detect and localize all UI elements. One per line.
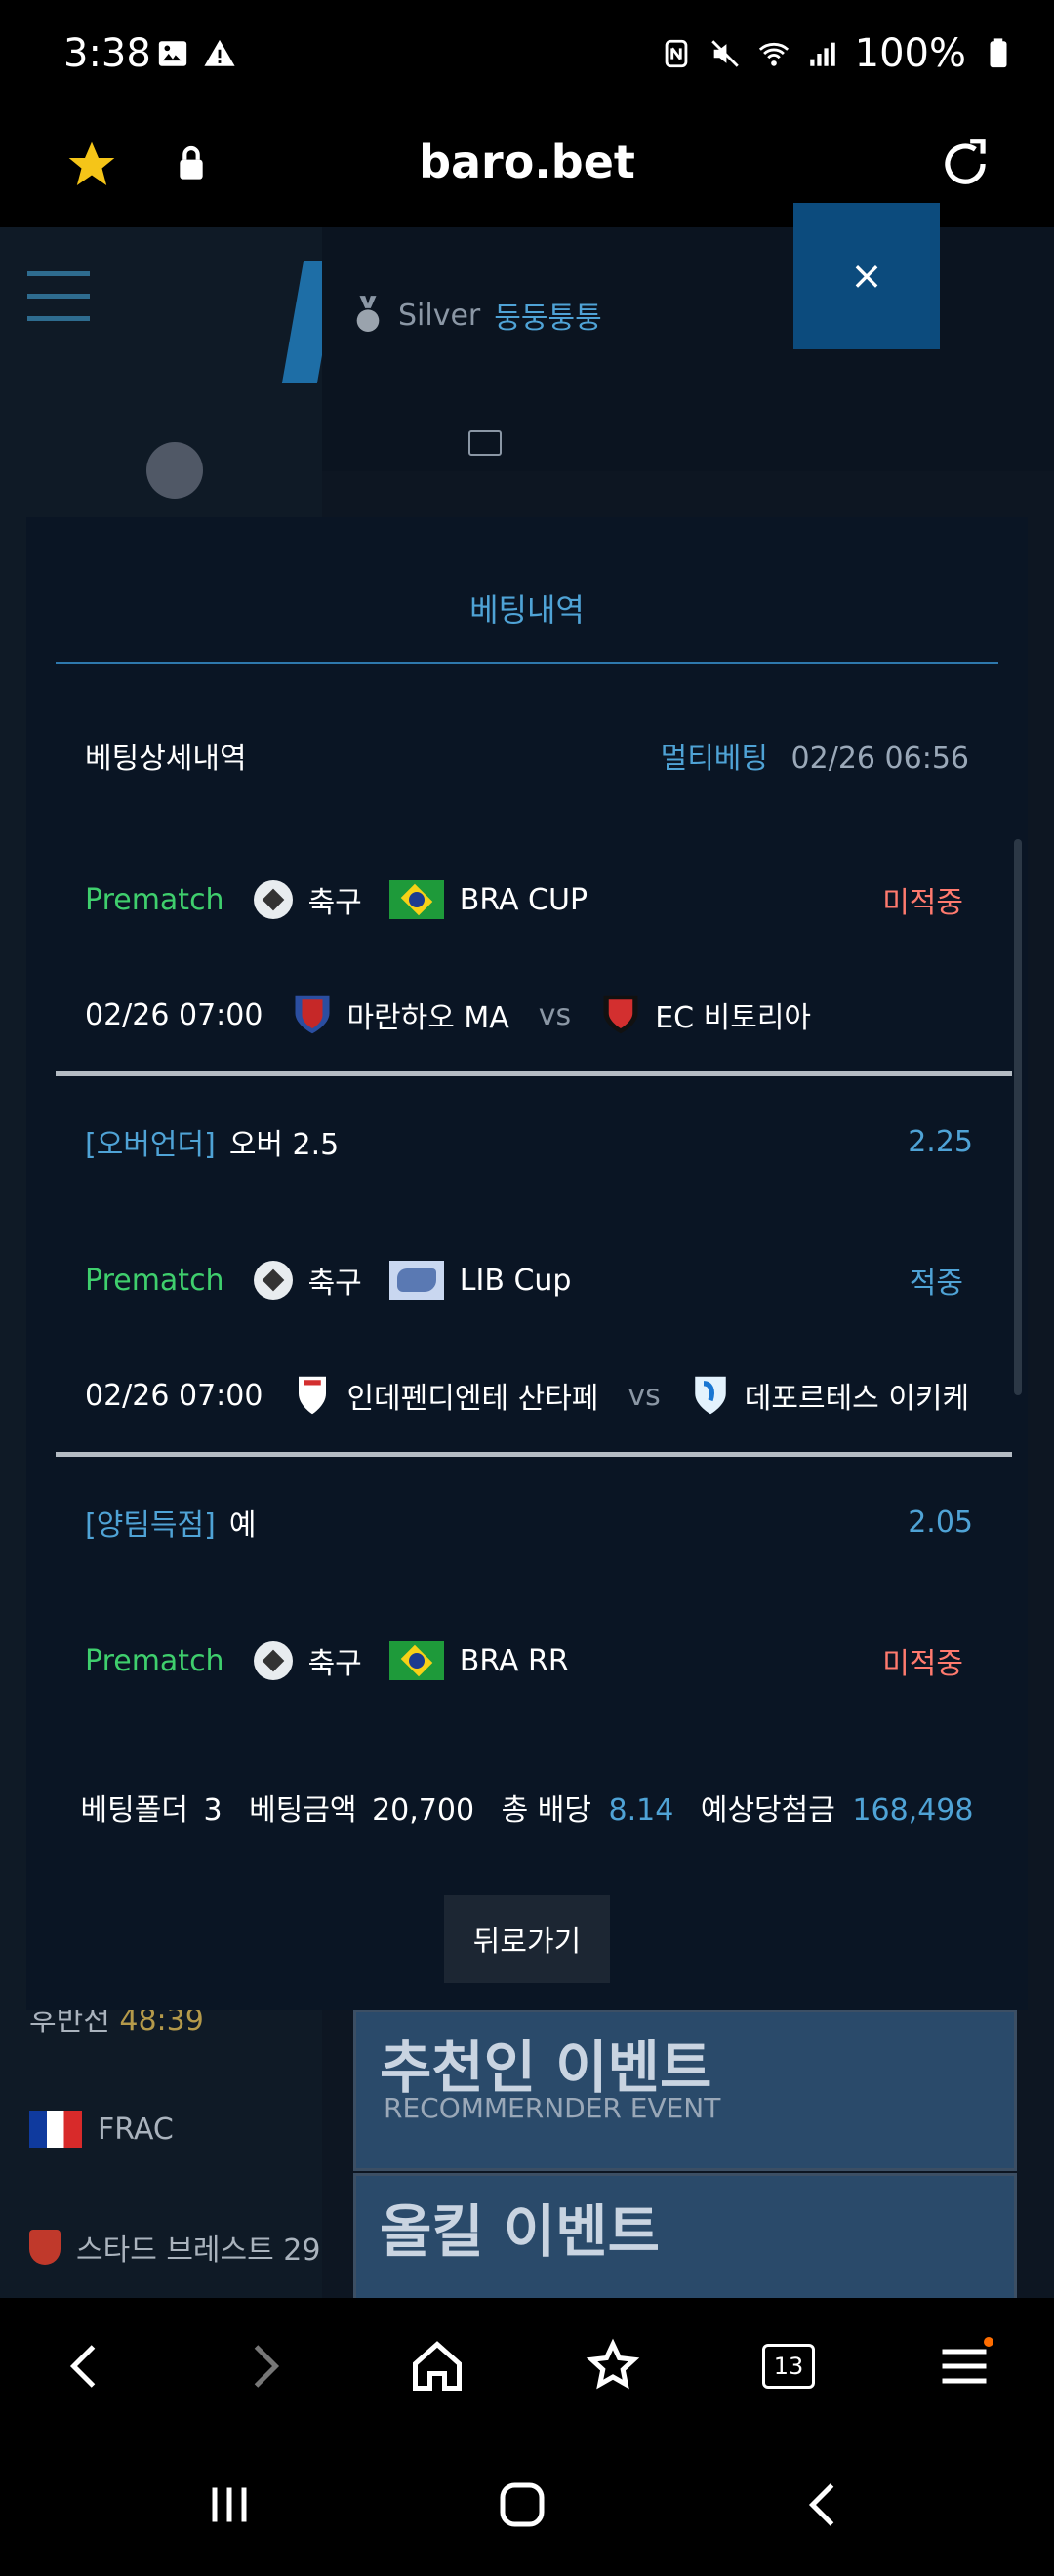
tab-count: 13 <box>762 2344 815 2389</box>
world-map-icon <box>388 1261 444 1300</box>
bet-type: 멀티베팅 <box>660 742 768 776</box>
team-crest-icon <box>295 995 330 1034</box>
team-crest-icon <box>695 1376 726 1415</box>
back-button[interactable]: 뒤로가기 <box>444 1895 610 1983</box>
hamburger-menu-icon[interactable] <box>27 271 90 339</box>
mute-icon <box>710 40 739 67</box>
status-bar: 3:38 100% <box>0 0 1054 112</box>
image-icon <box>158 41 187 66</box>
match-row: 02/26 07:00 마란하오 MA vs EC 비토리아 <box>85 986 983 1044</box>
bet-info-row: Prematch 축구 BRA RR 미적중 <box>85 1631 983 1690</box>
divider <box>56 1071 1012 1076</box>
back-arrow-icon[interactable] <box>57 2337 115 2395</box>
battery-icon <box>990 38 1007 68</box>
odds-value: 2.25 <box>908 1124 973 1159</box>
home-button-icon[interactable] <box>493 2475 551 2534</box>
home-icon[interactable] <box>408 2337 466 2395</box>
reload-icon[interactable] <box>935 134 995 194</box>
pick-row: [오버언더] 오버 2.5 2.25 <box>85 1124 973 1163</box>
team-crest-icon <box>603 995 638 1034</box>
warning-icon <box>204 39 235 66</box>
menu-icon[interactable] <box>935 2337 993 2395</box>
user-rank: Silver 둥둥퉁퉁 <box>351 294 602 337</box>
soccer-ball-icon <box>253 1641 293 1680</box>
event-banner-allkill[interactable]: 올킬 이벤트 <box>353 2173 1017 2298</box>
detail-title: 베팅상세내역 <box>85 742 247 776</box>
nfc-icon <box>665 39 687 68</box>
brazil-flag-icon <box>388 1641 444 1680</box>
soccer-ball-icon[interactable] <box>146 442 203 499</box>
divider <box>56 1452 1012 1457</box>
team-logo-icon <box>29 2230 61 2265</box>
scrollbar[interactable] <box>1014 839 1022 1395</box>
tab-bet-history[interactable]: 베팅내역 <box>56 585 998 630</box>
bet-status: 미적중 <box>882 1647 963 1681</box>
medal-icon <box>356 296 380 332</box>
tab-underline <box>56 662 998 664</box>
user-panel <box>322 227 1054 471</box>
bet-status: 미적중 <box>882 886 963 920</box>
system-back-icon[interactable] <box>795 2475 854 2534</box>
bet-info-row: Prematch 축구 BRA CUP 미적중 <box>85 870 983 929</box>
event-banner-recommender[interactable]: 추천인 이벤트 RECOMMERNDER EVENT <box>353 2009 1017 2171</box>
username-label[interactable]: 둥둥퉁퉁 <box>494 294 601 337</box>
bet-info-row: Prematch 축구 LIB Cup 적중 <box>85 1251 983 1309</box>
close-button[interactable]: × <box>793 203 940 349</box>
soccer-ball-icon <box>253 880 293 919</box>
league-row[interactable]: FRAC <box>29 2111 351 2148</box>
wifi-icon <box>758 42 789 66</box>
status-right: 100% <box>660 31 1015 76</box>
bookmarks-icon[interactable] <box>584 2337 642 2395</box>
match-row: 02/26 07:00 인데펜디엔테 산타페 vs 데포르테스 이키케 <box>85 1366 983 1425</box>
forward-arrow-icon[interactable] <box>234 2337 293 2395</box>
team-crest-icon <box>299 1376 327 1415</box>
bet-history-modal: 베팅내역 베팅상세내역 멀티베팅 02/26 06:56 Prematch 축구… <box>26 517 1028 2010</box>
rank-label: Silver <box>398 298 481 333</box>
soccer-ball-icon <box>253 1261 293 1300</box>
team-row[interactable]: 스타드 브레스트 29 <box>29 2226 351 2269</box>
odds-value: 2.05 <box>908 1505 973 1540</box>
status-time: 3:38 <box>63 31 151 76</box>
browser-nav-bar: 13 <box>0 2298 1054 2435</box>
mail-icon[interactable] <box>468 430 502 456</box>
pick-row: [양팀득점] 예 2.05 <box>85 1505 973 1544</box>
url-text[interactable]: baro.bet <box>0 136 1054 188</box>
bet-status: 적중 <box>909 1267 963 1301</box>
tabs-icon[interactable]: 13 <box>759 2337 818 2395</box>
bet-meta: 멀티베팅 02/26 06:56 <box>661 734 969 777</box>
recent-apps-icon[interactable] <box>200 2475 259 2534</box>
bet-time: 02/26 06:56 <box>790 742 969 776</box>
signal-icon <box>809 42 835 66</box>
france-flag-icon <box>29 2111 82 2148</box>
bet-summary: 베팅폴더 3 베팅금액 20,700 총 배당 8.14 예상당첨금 168,4… <box>80 1793 974 1828</box>
brazil-flag-icon <box>388 880 444 919</box>
status-notification-icons <box>156 37 236 70</box>
battery-percent: 100% <box>854 31 966 76</box>
system-nav-bar <box>0 2435 1054 2576</box>
